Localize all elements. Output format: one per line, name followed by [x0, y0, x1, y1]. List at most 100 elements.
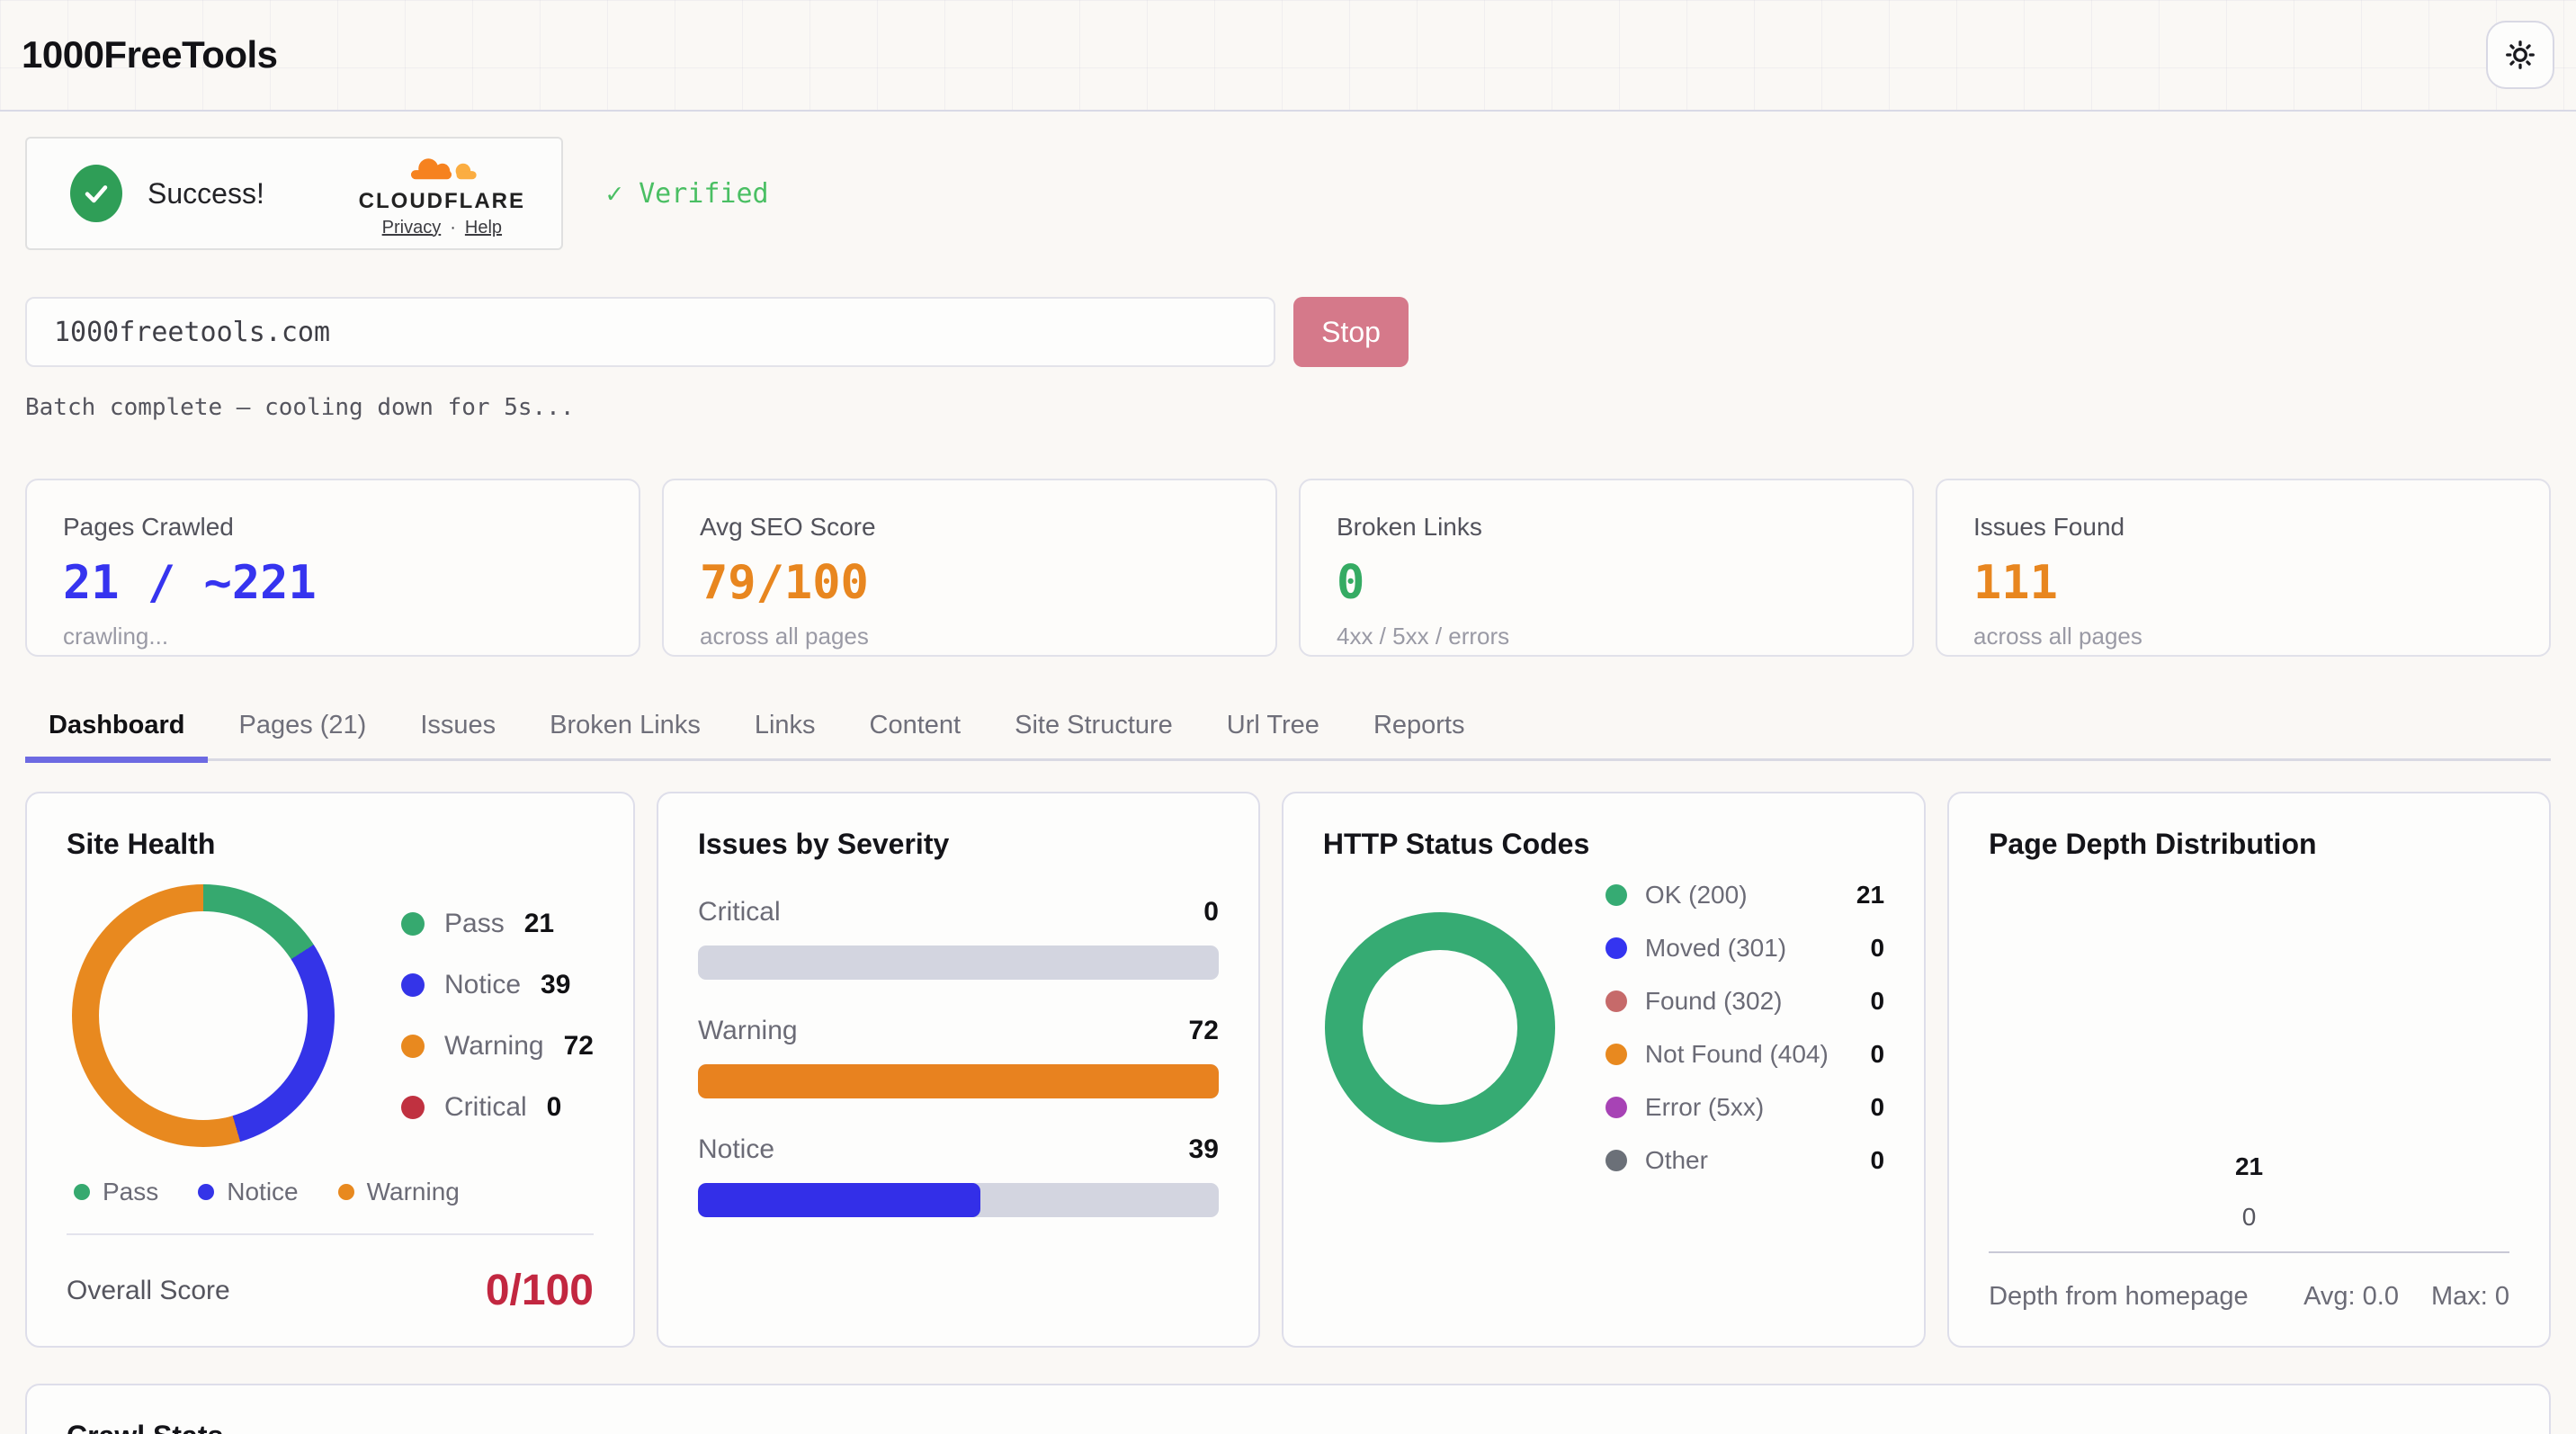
tab-reports[interactable]: Reports: [1350, 698, 1489, 763]
tab-issues[interactable]: Issues: [397, 698, 519, 763]
link-separator: ·: [450, 218, 456, 238]
severity-group-warning: Warning 72: [698, 1016, 1219, 1098]
legend-item: Critical 0: [401, 1092, 594, 1123]
theme-toggle-button[interactable]: [2486, 21, 2554, 89]
severity-bar-fill: [698, 1064, 1219, 1098]
severity-bar-track: [698, 1183, 1219, 1217]
legend-dot: [401, 1035, 425, 1058]
stat-label: Avg SEO Score: [700, 513, 1239, 542]
stat-sub: across all pages: [1973, 623, 2513, 650]
stat-cards-row: Pages Crawled 21 / ~221 crawling... Avg …: [25, 479, 2551, 657]
legend-dot: [74, 1184, 90, 1200]
tab-pages[interactable]: Pages (21): [215, 698, 389, 763]
legend-item: Found (302) 0: [1606, 985, 1884, 1017]
max-depth-stat: Max: 0: [2431, 1282, 2509, 1312]
stat-card-issues-found: Issues Found 111 across all pages: [1936, 479, 2551, 657]
tab-bar: Dashboard Pages (21) Issues Broken Links…: [25, 698, 2551, 761]
legend-item: Notice 39: [401, 970, 594, 1000]
stat-card-broken-links: Broken Links 0 4xx / 5xx / errors: [1299, 479, 1914, 657]
site-health-mini-legend: Pass Notice Warning: [67, 1178, 594, 1206]
main-content: Success! CLOUDFLARE Privacy ·: [0, 137, 2576, 1434]
card-title: Issues by Severity: [698, 828, 1219, 861]
overall-score-value: 0/100: [486, 1266, 594, 1315]
severity-bar-fill: [698, 1183, 980, 1217]
legend-dot: [1606, 1044, 1627, 1065]
http-status-codes-card: HTTP Status Codes OK (200) 21 Moved (301…: [1282, 792, 1926, 1348]
verification-row: Success! CLOUDFLARE Privacy ·: [25, 137, 2551, 250]
legend-item: OK (200) 21: [1606, 879, 1884, 910]
overall-score-label: Overall Score: [67, 1276, 230, 1306]
x-tick-label: 0: [2242, 1203, 2257, 1232]
app-title: 1000FreeTools: [22, 33, 278, 76]
page-depth-card: Page Depth Distribution 21 0 Depth from …: [1947, 792, 2551, 1348]
cloudflare-brand-label: CLOUDFLARE: [359, 189, 525, 214]
tab-dashboard[interactable]: Dashboard: [25, 698, 208, 763]
help-link[interactable]: Help: [465, 218, 502, 238]
severity-bar-track: [698, 1064, 1219, 1098]
privacy-link[interactable]: Privacy: [382, 218, 442, 238]
stat-value: 0: [1337, 556, 1876, 610]
legend-item: Other 0: [1606, 1144, 1884, 1176]
app-header: 1000FreeTools: [0, 0, 2576, 112]
card-title: Site Health: [67, 828, 594, 861]
legend-dot: [1606, 1097, 1627, 1118]
stat-card-pages-crawled: Pages Crawled 21 / ~221 crawling...: [25, 479, 640, 657]
divider: [67, 1233, 594, 1235]
tab-content[interactable]: Content: [846, 698, 985, 763]
verified-badge: ✓ Verified: [606, 178, 769, 210]
legend-item: Pass 21: [401, 909, 594, 939]
tab-links[interactable]: Links: [731, 698, 839, 763]
severity-bar-track: [698, 946, 1219, 980]
severity-group-critical: Critical 0: [698, 897, 1219, 980]
tab-broken-links[interactable]: Broken Links: [526, 698, 724, 763]
legend-item: Error (5xx) 0: [1606, 1091, 1884, 1123]
legend-dot: [1606, 990, 1627, 1012]
bar-value-label: 21: [2235, 1152, 2263, 1181]
page-depth-chart: 21 0: [1989, 861, 2509, 1251]
legend-dot: [1606, 884, 1627, 906]
stat-value: 79/100: [700, 556, 1239, 610]
legend-dot: [401, 912, 425, 936]
sun-icon: [2504, 39, 2536, 71]
stat-sub: crawling...: [63, 623, 603, 650]
http-status-legend: OK (200) 21 Moved (301) 0 Found (302) 0: [1606, 879, 1884, 1176]
cloudflare-logo-icon: [400, 157, 483, 187]
cloudflare-brand-block: CLOUDFLARE Privacy · Help: [359, 149, 525, 238]
http-status-donut-chart: [1325, 912, 1555, 1143]
legend-dot: [198, 1184, 214, 1200]
legend-item: Moved (301) 0: [1606, 932, 1884, 963]
card-title: HTTP Status Codes: [1323, 828, 1884, 861]
stat-label: Issues Found: [1973, 513, 2513, 542]
cloudflare-turnstile-widget: Success! CLOUDFLARE Privacy ·: [25, 137, 563, 250]
crawl-stats-card: Crawl Stats: [25, 1384, 2551, 1434]
issues-by-severity-card: Issues by Severity Critical 0 Warning 72…: [657, 792, 1260, 1348]
x-axis-line: [1989, 1251, 2509, 1253]
x-axis-label: Depth from homepage: [1989, 1282, 2249, 1312]
stop-button[interactable]: Stop: [1293, 297, 1409, 367]
legend-dot: [401, 1096, 425, 1119]
stat-value: 111: [1973, 556, 2513, 610]
crawl-controls: Stop: [25, 297, 2551, 367]
crawl-status-text: Batch complete — cooling down for 5s...: [25, 394, 2551, 421]
card-title: Crawl Stats: [67, 1420, 2509, 1434]
turnstile-success-label: Success!: [148, 177, 264, 211]
stat-value: 21 / ~221: [63, 556, 603, 610]
legend-dot: [401, 973, 425, 997]
legend-dot: [338, 1184, 354, 1200]
site-health-legend: Pass 21 Notice 39 Warning 72: [401, 909, 594, 1123]
tab-site-structure[interactable]: Site Structure: [991, 698, 1196, 763]
stat-label: Broken Links: [1337, 513, 1876, 542]
legend-dot: [1606, 937, 1627, 959]
legend-dot: [1606, 1150, 1627, 1171]
legend-item: Warning 72: [401, 1031, 594, 1062]
url-input[interactable]: [25, 297, 1275, 367]
severity-group-notice: Notice 39: [698, 1134, 1219, 1217]
stat-sub: across all pages: [700, 623, 1239, 650]
tab-url-tree[interactable]: Url Tree: [1203, 698, 1343, 763]
site-health-card: Site Health Pass 21 Notice 39: [25, 792, 635, 1348]
charts-row: Site Health Pass 21 Notice 39: [25, 792, 2551, 1348]
stat-label: Pages Crawled: [63, 513, 603, 542]
legend-item: Not Found (404) 0: [1606, 1038, 1884, 1070]
site-health-donut-chart: [72, 884, 335, 1147]
card-title: Page Depth Distribution: [1989, 828, 2509, 861]
